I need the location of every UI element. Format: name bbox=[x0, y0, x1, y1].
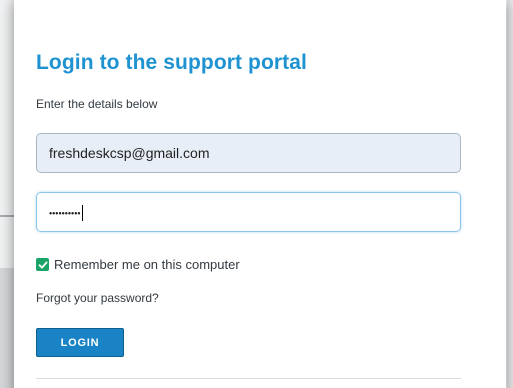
screen: Login to the support portal Enter the de… bbox=[0, 0, 513, 388]
email-field[interactable]: freshdeskcsp@gmail.com bbox=[36, 133, 461, 173]
forgot-password-link[interactable]: Forgot your password? bbox=[36, 291, 159, 305]
checkmark-icon bbox=[38, 261, 47, 268]
login-card: Login to the support portal Enter the de… bbox=[14, 0, 506, 388]
page-title: Login to the support portal bbox=[36, 51, 307, 74]
form-instructions: Enter the details below bbox=[36, 97, 158, 111]
remember-me-checkbox[interactable] bbox=[36, 258, 49, 271]
remember-me-label: Remember me on this computer bbox=[54, 257, 240, 272]
password-value: •••••••••• bbox=[49, 208, 81, 219]
background-edge bbox=[507, 0, 513, 388]
divider bbox=[36, 378, 461, 379]
remember-me-option[interactable]: Remember me on this computer bbox=[36, 257, 240, 272]
login-button[interactable]: LOGIN bbox=[36, 328, 124, 357]
text-caret bbox=[81, 205, 83, 222]
password-field[interactable]: •••••••••• bbox=[36, 192, 461, 232]
email-value: freshdeskcsp@gmail.com bbox=[49, 145, 210, 161]
